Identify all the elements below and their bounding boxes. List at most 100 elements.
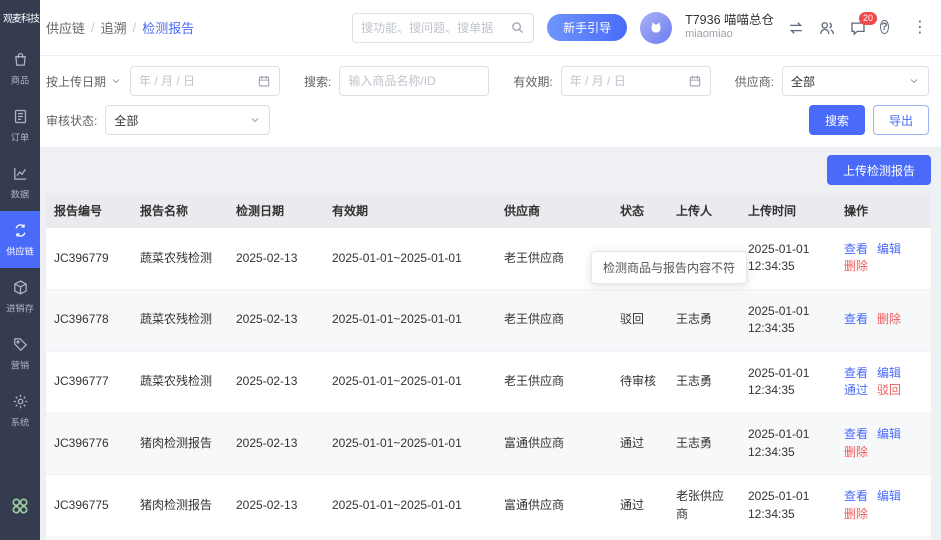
- breadcrumb: 供应链/追溯/检测报告: [46, 18, 194, 37]
- sidebar-item-marketing[interactable]: 营销: [0, 325, 40, 382]
- upload-date-input[interactable]: [130, 66, 280, 96]
- search-label: 搜索:: [304, 73, 331, 90]
- supplier-select[interactable]: 全部: [782, 66, 929, 96]
- row-action-link[interactable]: 驳回: [877, 383, 901, 397]
- filter-row-2: 审核状态: 全部 搜索 导出: [46, 105, 929, 135]
- more-icon[interactable]: ⋮: [911, 19, 929, 37]
- breadcrumb-item[interactable]: 追溯: [101, 18, 127, 37]
- cell-report_name: 猪肉检测报告: [132, 413, 228, 475]
- row-action-link[interactable]: 删除: [844, 507, 868, 521]
- audit-status-select[interactable]: 全部: [105, 105, 270, 135]
- row-action-link[interactable]: 查看: [844, 366, 868, 380]
- sidebar-item-label: 系统: [11, 415, 29, 429]
- goods-icon: [12, 51, 29, 68]
- cell-test_date: 2025-02-13: [228, 351, 324, 413]
- row-action-link[interactable]: 删除: [844, 445, 868, 459]
- sidebar-item-label: 商品: [11, 73, 29, 87]
- sidebar-item-system[interactable]: 系统: [0, 382, 40, 439]
- topbar-right: 新手引导 T7936 喵喵总仓 miaomiao: [352, 12, 929, 44]
- column-header: 状态: [612, 193, 668, 228]
- column-header: 检测日期: [228, 193, 324, 228]
- cell-actions: 查看编辑删除: [836, 413, 931, 475]
- export-button[interactable]: 导出: [873, 105, 929, 135]
- user-info[interactable]: T7936 喵喵总仓 miaomiao: [685, 13, 774, 42]
- row-action-link[interactable]: 删除: [877, 312, 901, 326]
- cell-status: 通过: [612, 413, 668, 475]
- user-name: T7936 喵喵总仓: [685, 13, 774, 29]
- cell-supplier: 老王供应商: [496, 289, 612, 351]
- cat-icon: [646, 18, 666, 38]
- validity-date-field[interactable]: [570, 74, 682, 88]
- filter-bar: 按上传日期 搜索: 有效期:: [40, 56, 941, 147]
- cell-uploader: 老张供应商: [668, 536, 740, 540]
- row-action-link[interactable]: 通过: [844, 383, 868, 397]
- sidebar-item-orders[interactable]: 订单: [0, 97, 40, 154]
- cell-supplier: 富通供应商: [496, 413, 612, 475]
- sidebar-item-label: 数据: [11, 187, 29, 201]
- column-header: 操作: [836, 193, 931, 228]
- cell-report_name: 猪肉检测报告: [132, 536, 228, 540]
- cell-supplier: 富通供应商: [496, 536, 612, 540]
- search-button[interactable]: 搜索: [809, 105, 865, 135]
- upload-report-button[interactable]: 上传检测报告: [827, 155, 931, 185]
- row-action-link[interactable]: 编辑: [877, 242, 901, 256]
- cell-actions: 查看编辑通过驳回: [836, 351, 931, 413]
- cell-upload_time: 2025-01-01 12:34:35: [740, 228, 836, 289]
- row-action-link[interactable]: 查看: [844, 489, 868, 503]
- clover-logo-icon[interactable]: [9, 481, 31, 540]
- sidebar-menu: 商品订单数据供应链进销存营销系统: [0, 40, 40, 439]
- sidebar-item-inventory[interactable]: 进销存: [0, 268, 40, 325]
- filter-row-1: 按上传日期 搜索: 有效期:: [46, 66, 929, 96]
- cell-status: 通过: [612, 475, 668, 537]
- user-avatar[interactable]: [640, 12, 672, 44]
- sidebar-item-supply-chain[interactable]: 供应链: [0, 211, 40, 268]
- global-search-input[interactable]: [361, 21, 504, 35]
- cell-report_no: JC396778: [46, 289, 132, 351]
- message-badge: 20: [859, 12, 877, 25]
- table-header-row: 报告编号报告名称检测日期有效期供应商状态上传人上传时间操作: [46, 193, 931, 228]
- sidebar-item-goods[interactable]: 商品: [0, 40, 40, 97]
- report-table-wrap: 报告编号报告名称检测日期有效期供应商状态上传人上传时间操作 JC396779蔬菜…: [46, 193, 931, 540]
- product-search-input[interactable]: [348, 74, 480, 88]
- contacts-icon[interactable]: [818, 19, 836, 37]
- switch-warehouse-icon[interactable]: [787, 19, 805, 37]
- sidebar-item-data[interactable]: 数据: [0, 154, 40, 211]
- column-header: 有效期: [324, 193, 496, 228]
- cell-report_no: JC396776: [46, 413, 132, 475]
- search-icon[interactable]: [510, 20, 525, 35]
- breadcrumb-item[interactable]: 检测报告: [142, 18, 194, 37]
- breadcrumb-item[interactable]: 供应链: [46, 18, 85, 37]
- upload-date-type-select[interactable]: 按上传日期: [46, 73, 122, 90]
- product-search-box[interactable]: [339, 66, 489, 96]
- row-action-link[interactable]: 编辑: [877, 489, 901, 503]
- table-row: JC396779蔬菜农残检测2025-02-132025-01-01~2025-…: [46, 228, 931, 289]
- cell-report_name: 蔬菜农残检测: [132, 351, 228, 413]
- guide-button[interactable]: 新手引导: [547, 14, 627, 41]
- calendar-icon: [257, 74, 271, 88]
- column-header: 上传人: [668, 193, 740, 228]
- cell-upload_time: 2025-01-01 12:34:35: [740, 351, 836, 413]
- breadcrumb-separator: /: [133, 20, 137, 35]
- row-action-link[interactable]: 删除: [844, 259, 868, 273]
- column-header: 报告名称: [132, 193, 228, 228]
- calendar-icon: [688, 74, 702, 88]
- row-action-link[interactable]: 查看: [844, 242, 868, 256]
- row-action-link[interactable]: 查看: [844, 427, 868, 441]
- validity-date-input[interactable]: [561, 66, 711, 96]
- help-icon[interactable]: ?: [880, 19, 898, 37]
- main-area: 供应链/追溯/检测报告 新手引导 T7936 喵喵总仓: [40, 0, 941, 540]
- upload-date-field[interactable]: [139, 74, 251, 88]
- cell-report_no: JC396775: [46, 475, 132, 537]
- row-action-link[interactable]: 编辑: [877, 427, 901, 441]
- row-action-link[interactable]: 编辑: [877, 366, 901, 380]
- cell-upload_time: 2025-01-01 12:34:35: [740, 413, 836, 475]
- message-icon[interactable]: 20: [849, 19, 867, 37]
- table-body: JC396779蔬菜农残检测2025-02-132025-01-01~2025-…: [46, 228, 931, 540]
- user-subname: miaomiao: [685, 28, 774, 42]
- row-action-link[interactable]: 查看: [844, 312, 868, 326]
- sidebar-item-label: 供应链: [6, 244, 34, 258]
- cell-actions: 查看编辑删除: [836, 536, 931, 540]
- cell-supplier: 老王供应商: [496, 351, 612, 413]
- global-search-box[interactable]: [352, 13, 534, 43]
- cell-validity: 2025-01-01~2025-01-01: [324, 351, 496, 413]
